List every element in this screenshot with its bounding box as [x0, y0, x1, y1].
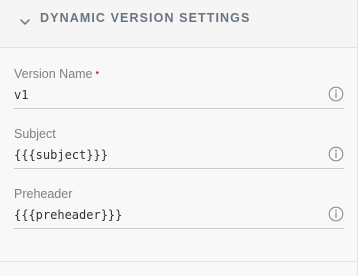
section-header-toggle[interactable]: DYNAMIC VERSION SETTINGS — [0, 0, 357, 48]
info-icon[interactable] — [328, 206, 344, 222]
preheader-value: {{{preheader}}} — [14, 208, 123, 222]
subject-label: Subject — [14, 127, 56, 141]
dynamic-version-settings-panel: DYNAMIC VERSION SETTINGS Version Name • v… — [0, 0, 358, 276]
section-title: DYNAMIC VERSION SETTINGS — [40, 11, 251, 25]
subject-input[interactable]: {{{subject}}} — [14, 146, 344, 169]
required-indicator: • — [95, 68, 100, 79]
version-name-input[interactable]: v1 — [14, 86, 344, 109]
preheader-label: Preheader — [14, 187, 73, 201]
version-name-label: Version Name — [14, 67, 93, 81]
preheader-input[interactable]: {{{preheader}}} — [14, 206, 344, 229]
subject-field: Subject {{{subject}}} — [14, 126, 344, 169]
chevron-down-icon — [20, 19, 30, 25]
section-divider — [0, 261, 357, 262]
version-name-field: Version Name • v1 — [14, 66, 344, 109]
version-name-value: v1 — [14, 88, 29, 102]
preheader-field: Preheader {{{preheader}}} — [14, 186, 344, 229]
info-icon[interactable] — [328, 146, 344, 162]
subject-value: {{{subject}}} — [14, 148, 108, 162]
info-icon[interactable] — [328, 86, 344, 102]
